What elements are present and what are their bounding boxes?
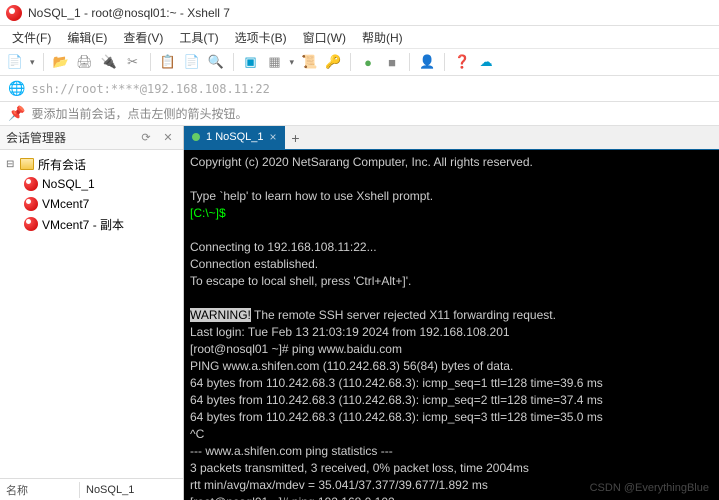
address-bar: 🌐 ssh://root:****@192.168.108.11:22 (0, 76, 719, 102)
open-button[interactable]: 📂 (52, 53, 70, 71)
session-icon (24, 217, 38, 231)
address-text[interactable]: ssh://root:****@192.168.108.11:22 (31, 82, 269, 96)
tab-strip: 1 NoSQL_1 × + (184, 126, 719, 150)
hint-text: 要添加当前会话，点击左侧的箭头按钮。 (31, 105, 247, 122)
find-button[interactable]: 🔍 (207, 53, 225, 71)
tree-root-label: 所有会话 (38, 156, 86, 173)
user-button[interactable]: 👤 (418, 53, 436, 71)
session-manager-header: 会话管理器 ⟳ ✕ (0, 126, 183, 150)
separator (444, 53, 445, 71)
menu-window[interactable]: 窗口(W) (297, 27, 352, 48)
pin-icon[interactable]: 📌 (8, 105, 25, 122)
menu-bar: 文件(F) 编辑(E) 查看(V) 工具(T) 选项卡(B) 窗口(W) 帮助(… (0, 26, 719, 48)
layout-button[interactable]: ▣ (242, 53, 260, 71)
add-tab-button[interactable]: + (285, 127, 307, 149)
tree-root[interactable]: ⊟ 所有会话 (0, 154, 183, 174)
tab-index: 1 (206, 131, 212, 143)
key-button[interactable]: 🔑 (324, 53, 342, 71)
grid-button[interactable]: ▦ (266, 53, 284, 71)
session-icon (24, 177, 38, 191)
globe-icon: 🌐 (8, 80, 25, 97)
separator (150, 53, 151, 71)
session-label: NoSQL_1 (42, 177, 95, 191)
session-footer: 名称 NoSQL_1 (0, 478, 183, 500)
session-item[interactable]: NoSQL_1 (0, 174, 183, 194)
session-manager-panel: 会话管理器 ⟳ ✕ ⊟ 所有会话 NoSQL_1 VMcent7 (0, 126, 184, 500)
disconnect-button[interactable]: ✂ (124, 53, 142, 71)
session-manager-title: 会话管理器 (6, 129, 66, 146)
record-button[interactable]: ● (359, 53, 377, 71)
status-dot-icon (192, 133, 200, 141)
menu-tab[interactable]: 选项卡(B) (229, 27, 293, 48)
help-button[interactable]: ❓ (453, 53, 471, 71)
separator (409, 53, 410, 71)
title-bar: NoSQL_1 - root@nosql01:~ - Xshell 7 (0, 0, 719, 26)
tab-close-icon[interactable]: × (270, 130, 277, 144)
folder-icon (20, 158, 34, 170)
menu-file[interactable]: 文件(F) (6, 27, 57, 48)
app-icon (6, 5, 22, 21)
session-tree: ⊟ 所有会话 NoSQL_1 VMcent7 VMcent7 - 副本 (0, 150, 183, 478)
connect-button[interactable]: 🔌 (100, 53, 118, 71)
close-panel-icon[interactable]: ✕ (159, 129, 177, 147)
footer-value: NoSQL_1 (80, 484, 140, 496)
window-title: NoSQL_1 - root@nosql01:~ - Xshell 7 (28, 6, 230, 20)
paste-button[interactable]: 📄 (183, 53, 201, 71)
tab-name: NoSQL_1 (215, 131, 263, 143)
stop-button[interactable]: ■ (383, 53, 401, 71)
copy-button[interactable]: 📋 (159, 53, 177, 71)
content-panel: 1 NoSQL_1 × + Copyright (c) 2020 NetSara… (184, 126, 719, 500)
hint-bar: 📌 要添加当前会话，点击左侧的箭头按钮。 (0, 102, 719, 126)
cloud-button[interactable]: ☁ (477, 53, 495, 71)
separator (233, 53, 234, 71)
toolbar: 📄 ▾ 📂 🖨 🔌 ✂ 📋 📄 🔍 ▣ ▦ ▾ 📜 🔑 ● ■ 👤 ❓ ☁ (0, 48, 719, 76)
session-icon (24, 197, 38, 211)
footer-label: 名称 (0, 482, 80, 498)
session-item[interactable]: VMcent7 (0, 194, 183, 214)
separator (350, 53, 351, 71)
collapse-icon[interactable]: ⊟ (6, 159, 16, 170)
script-button[interactable]: 📜 (300, 53, 318, 71)
new-session-button[interactable]: 📄 (6, 53, 24, 71)
save-button[interactable]: 🖨 (76, 53, 94, 71)
separator (43, 53, 44, 71)
main-area: 会话管理器 ⟳ ✕ ⊟ 所有会话 NoSQL_1 VMcent7 (0, 126, 719, 500)
menu-help[interactable]: 帮助(H) (356, 27, 409, 48)
session-label: VMcent7 (42, 197, 89, 211)
session-label: VMcent7 - 副本 (42, 216, 124, 233)
terminal[interactable]: Copyright (c) 2020 NetSarang Computer, I… (184, 150, 719, 500)
menu-view[interactable]: 查看(V) (117, 27, 169, 48)
menu-tools[interactable]: 工具(T) (173, 27, 224, 48)
tab-nosql1[interactable]: 1 NoSQL_1 × (184, 126, 285, 149)
session-item[interactable]: VMcent7 - 副本 (0, 214, 183, 234)
menu-edit[interactable]: 编辑(E) (61, 27, 113, 48)
refresh-icon[interactable]: ⟳ (137, 129, 155, 147)
